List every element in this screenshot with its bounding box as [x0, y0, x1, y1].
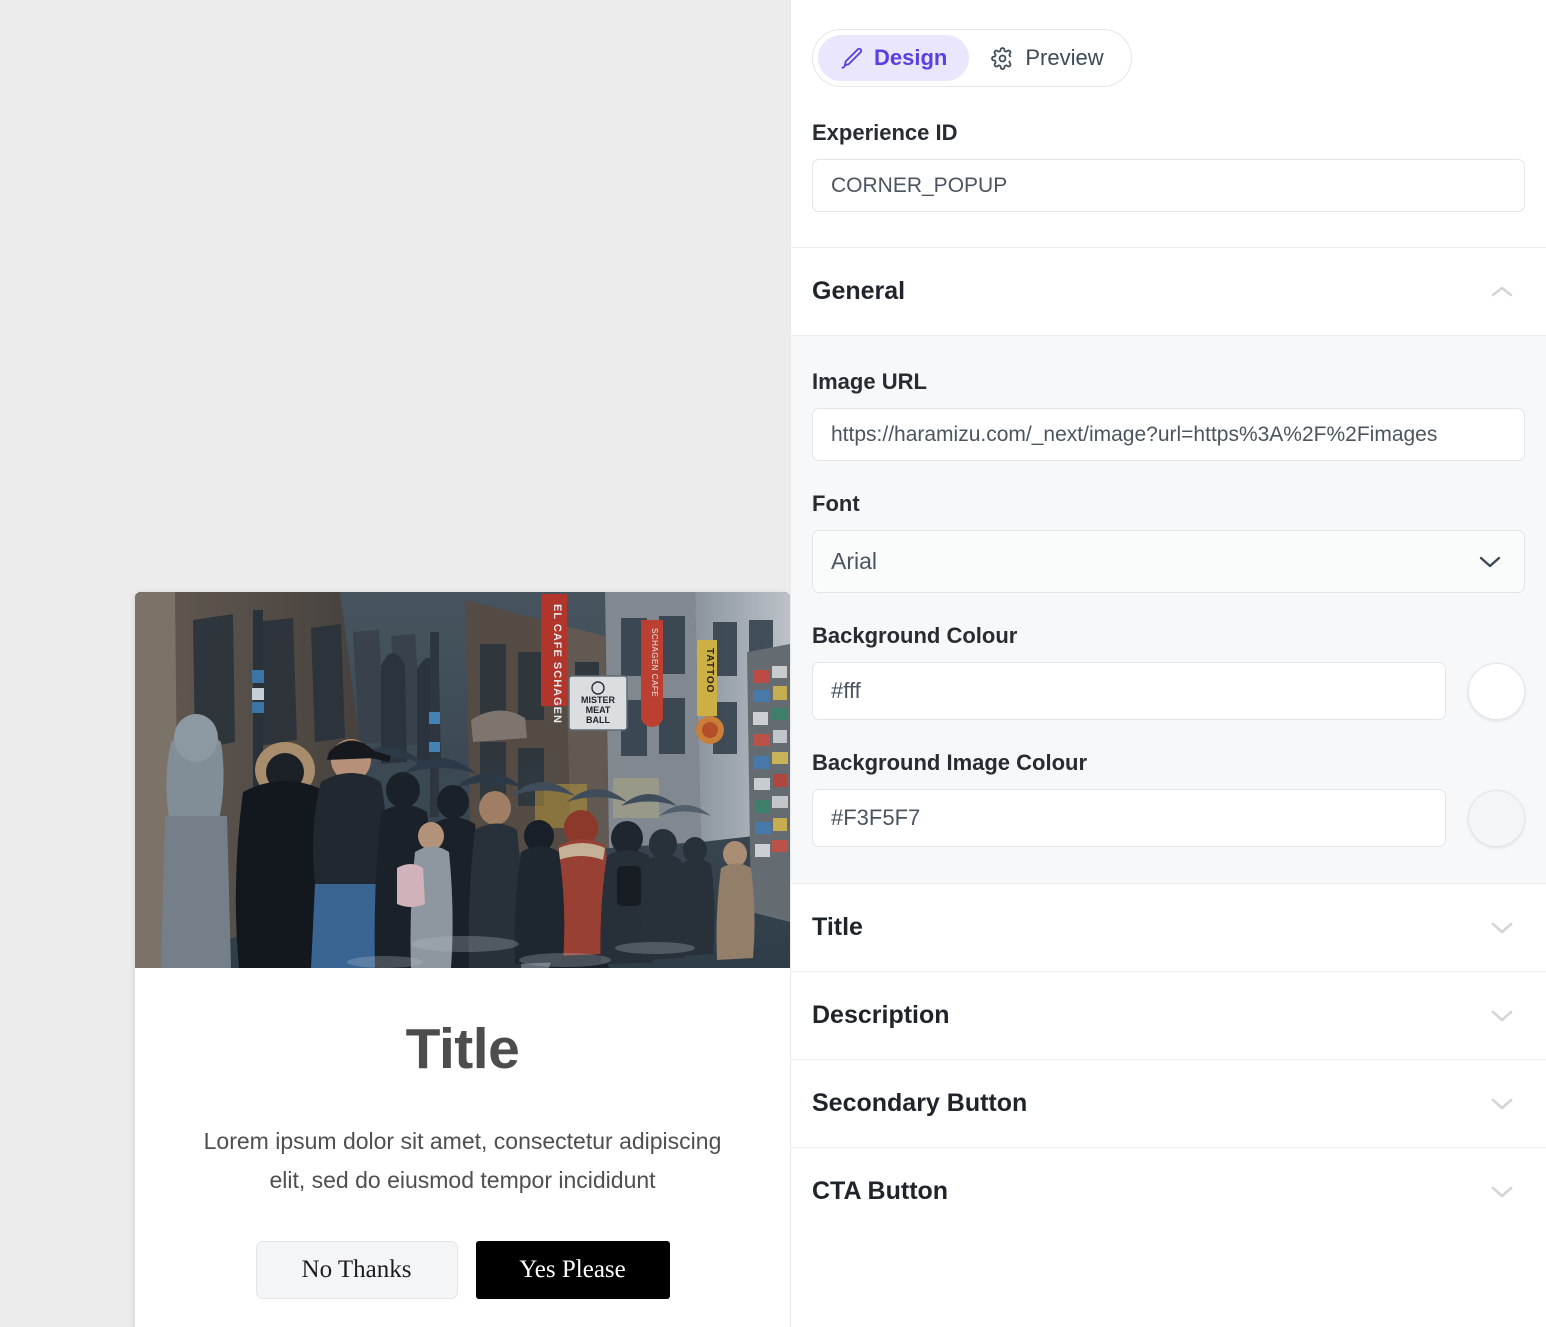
- app-root: EL CAFE SCHAGEN SCHAGEN CAFE MISTER MEAT…: [0, 0, 1546, 1327]
- brush-icon: [840, 47, 863, 70]
- background-image-colour-swatch[interactable]: [1468, 789, 1525, 847]
- chevron-down-icon: [1489, 920, 1515, 936]
- section-header-description[interactable]: Description: [791, 971, 1546, 1059]
- mode-tab-group: Design Preview: [812, 29, 1132, 87]
- tab-preview-label: Preview: [1025, 45, 1104, 70]
- section-title-general: General: [812, 277, 906, 305]
- section-title-title: Title: [812, 913, 863, 941]
- section-title-description: Description: [812, 1001, 950, 1029]
- background-image-colour-input[interactable]: [812, 789, 1446, 847]
- image-url-label: Image URL: [812, 369, 927, 394]
- chevron-down-icon: [1489, 1096, 1515, 1112]
- section-title-secondary-button: Secondary Button: [812, 1089, 1028, 1117]
- tab-design[interactable]: Design: [818, 35, 970, 81]
- background-colour-input[interactable]: [812, 662, 1446, 720]
- background-image-colour-field: Background Image Colour: [812, 750, 1525, 847]
- popup-secondary-button[interactable]: No Thanks: [255, 1240, 458, 1299]
- section-header-secondary-button[interactable]: Secondary Button: [791, 1059, 1546, 1147]
- image-url-field: Image URL: [812, 369, 1525, 461]
- tab-design-label: Design: [874, 45, 948, 70]
- background-colour-swatch[interactable]: [1468, 662, 1525, 720]
- experience-id-field: Experience ID: [791, 120, 1546, 247]
- popup-description: Lorem ipsum dolor sit amet, consectetur …: [203, 1127, 722, 1194]
- background-colour-field: Background Colour: [812, 623, 1525, 720]
- font-label: Font: [812, 491, 860, 516]
- preview-canvas: EL CAFE SCHAGEN SCHAGEN CAFE MISTER MEAT…: [0, 0, 790, 1327]
- section-header-general[interactable]: General: [791, 247, 1546, 335]
- popup-hero-image: EL CAFE SCHAGEN SCHAGEN CAFE MISTER MEAT…: [135, 592, 790, 968]
- popup-actions: No Thanks Yes Please: [175, 1240, 750, 1299]
- experience-id-label: Experience ID: [812, 120, 958, 145]
- settings-panel: Design Preview Experience ID General: [790, 0, 1546, 1327]
- popup-cta-button[interactable]: Yes Please: [475, 1240, 670, 1299]
- background-colour-label: Background Colour: [812, 623, 1018, 648]
- background-colour-row: [812, 662, 1525, 720]
- font-select-wrap: Arial: [812, 530, 1525, 593]
- font-field: Font Arial: [812, 491, 1525, 593]
- gear-icon: [991, 46, 1014, 70]
- corner-popup-card: EL CAFE SCHAGEN SCHAGEN CAFE MISTER MEAT…: [135, 592, 790, 1327]
- section-header-title[interactable]: Title: [791, 883, 1546, 971]
- background-image-colour-row: [812, 789, 1525, 847]
- popup-title: Title: [405, 1017, 520, 1081]
- chevron-down-icon: [1489, 1008, 1515, 1024]
- popup-content: Title Lorem ipsum dolor sit amet, consec…: [135, 968, 790, 1299]
- background-image-colour-label: Background Image Colour: [812, 750, 1088, 775]
- tab-preview[interactable]: Preview: [969, 35, 1125, 81]
- section-body-general: Image URL Font Arial Background Colour: [791, 335, 1546, 883]
- image-url-input[interactable]: [812, 408, 1525, 461]
- font-select[interactable]: Arial: [812, 530, 1525, 593]
- experience-id-input[interactable]: [812, 159, 1525, 212]
- chevron-down-icon: [1489, 1184, 1515, 1200]
- section-title-cta-button: CTA Button: [812, 1177, 949, 1205]
- section-header-cta-button[interactable]: CTA Button: [791, 1147, 1546, 1235]
- chevron-up-icon: [1489, 284, 1515, 300]
